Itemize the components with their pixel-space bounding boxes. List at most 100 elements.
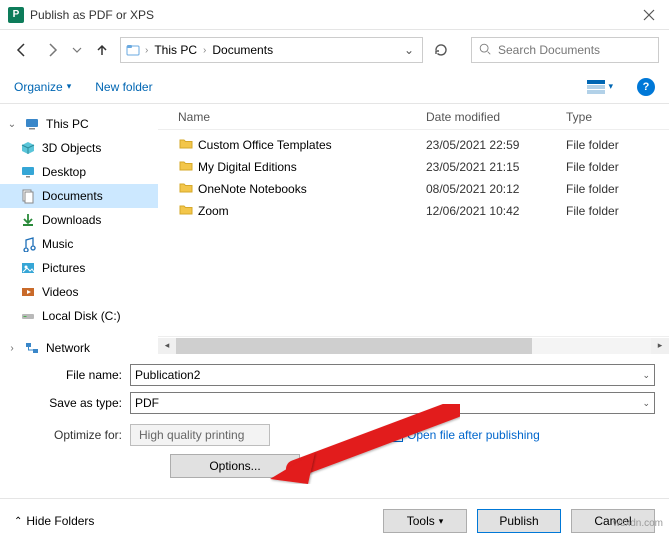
close-icon[interactable] — [629, 0, 669, 30]
3d-icon — [20, 140, 36, 156]
tree-item-pictures[interactable]: Pictures — [0, 256, 158, 280]
open-after-checkbox[interactable]: ✓ Open file after publishing — [390, 428, 540, 442]
file-name: OneNote Notebooks — [198, 182, 426, 196]
tree-item-desktop[interactable]: Desktop — [0, 160, 158, 184]
folder-icon — [178, 180, 198, 199]
tree-item-documents[interactable]: Documents — [0, 184, 158, 208]
column-headers[interactable]: Name Date modified Type — [158, 104, 669, 130]
tree-label: Downloads — [42, 213, 101, 227]
search-input[interactable]: Search Documents — [471, 37, 659, 63]
recent-dropdown-icon[interactable] — [70, 38, 84, 62]
breadcrumb-folder[interactable]: Documents — [210, 43, 275, 57]
file-name: My Digital Editions — [198, 160, 426, 174]
horizontal-scrollbar[interactable]: ◂ ▸ — [158, 336, 669, 354]
chevron-right-icon: › — [145, 45, 148, 56]
tree-label: Network — [46, 341, 90, 354]
chevron-down-icon[interactable]: ⌄ — [6, 119, 18, 130]
scroll-thumb[interactable] — [176, 338, 532, 354]
file-date: 12/06/2021 10:42 — [426, 204, 566, 218]
tree-label: Videos — [42, 285, 78, 299]
tree-sidebar: ⌄ This PC 3D Objects Desktop Documents — [0, 104, 158, 354]
tree-label: This PC — [46, 117, 89, 131]
back-icon[interactable] — [10, 38, 34, 62]
filename-label: File name: — [14, 368, 130, 382]
watermark: wsxdn.com — [613, 518, 663, 529]
tree-label: Documents — [42, 189, 103, 203]
tree-item-this-pc[interactable]: ⌄ This PC — [0, 112, 158, 136]
filename-input[interactable]: Publication2 ⌄ — [130, 364, 655, 386]
folder-icon — [178, 136, 198, 155]
folder-icon — [178, 202, 198, 221]
chevron-down-icon[interactable]: ⌄ — [642, 370, 650, 381]
disk-icon — [20, 308, 36, 324]
breadcrumb[interactable]: › This PC › Documents ⌄ — [120, 37, 423, 63]
chevron-down-icon: ▾ — [608, 81, 613, 92]
chevron-right-icon: › — [203, 45, 206, 56]
folder-icon — [178, 158, 198, 177]
chevron-down-icon[interactable]: ⌄ — [642, 398, 650, 409]
optimize-label: Optimize for: — [54, 428, 130, 442]
desktop-icon — [20, 164, 36, 180]
optimize-value: High quality printing — [130, 424, 270, 446]
chevron-right-icon[interactable]: › — [6, 343, 18, 354]
file-type: File folder — [566, 138, 669, 152]
hide-folders-label: Hide Folders — [26, 514, 94, 528]
scroll-left-icon[interactable]: ◂ — [158, 338, 176, 354]
scroll-right-icon[interactable]: ▸ — [651, 338, 669, 354]
network-icon — [24, 340, 40, 354]
folder-icon — [125, 42, 141, 58]
filename-value: Publication2 — [135, 368, 200, 382]
videos-icon — [20, 284, 36, 300]
view-mode-button[interactable]: ▾ — [587, 80, 613, 94]
tree-item-3d-objects[interactable]: 3D Objects — [0, 136, 158, 160]
search-placeholder: Search Documents — [498, 43, 600, 57]
file-date: 23/05/2021 22:59 — [426, 138, 566, 152]
options-button[interactable]: Options... — [170, 454, 300, 478]
forward-icon[interactable] — [40, 38, 64, 62]
tree-item-network[interactable]: › Network — [0, 336, 158, 354]
table-row[interactable]: OneNote Notebooks08/05/2021 20:12File fo… — [158, 178, 669, 200]
new-folder-button[interactable]: New folder — [95, 80, 152, 94]
table-row[interactable]: Custom Office Templates23/05/2021 22:59F… — [158, 134, 669, 156]
tree-label: Music — [42, 237, 73, 251]
file-type: File folder — [566, 204, 669, 218]
tree-label: Pictures — [42, 261, 85, 275]
file-name: Custom Office Templates — [198, 138, 426, 152]
pictures-icon — [20, 260, 36, 276]
saveas-dropdown[interactable]: PDF ⌄ — [130, 392, 655, 414]
search-icon — [478, 42, 492, 59]
saveas-label: Save as type: — [14, 396, 130, 410]
chevron-down-icon: ▾ — [439, 516, 444, 527]
breadcrumb-root[interactable]: This PC — [152, 43, 199, 57]
tree-item-downloads[interactable]: Downloads — [0, 208, 158, 232]
refresh-icon[interactable] — [429, 38, 453, 62]
file-date: 08/05/2021 20:12 — [426, 182, 566, 196]
publish-button[interactable]: Publish — [477, 509, 561, 533]
pc-icon — [24, 116, 40, 132]
file-type: File folder — [566, 182, 669, 196]
music-icon — [20, 236, 36, 252]
tree-item-music[interactable]: Music — [0, 232, 158, 256]
tree-label: 3D Objects — [42, 141, 101, 155]
tree-item-videos[interactable]: Videos — [0, 280, 158, 304]
column-date[interactable]: Date modified — [426, 110, 566, 124]
chevron-down-icon[interactable]: ⌄ — [400, 43, 418, 57]
tree-item-local-disk[interactable]: Local Disk (C:) — [0, 304, 158, 328]
window-title: Publish as PDF or XPS — [30, 8, 629, 22]
hide-folders-button[interactable]: ⌃ Hide Folders — [14, 514, 94, 528]
open-after-label: Open file after publishing — [407, 428, 540, 442]
up-icon[interactable] — [90, 38, 114, 62]
tools-button[interactable]: Tools ▾ — [383, 509, 467, 533]
column-name[interactable]: Name — [178, 110, 426, 124]
file-type: File folder — [566, 160, 669, 174]
app-icon: P — [8, 7, 24, 23]
column-type[interactable]: Type — [566, 110, 669, 124]
chevron-up-icon: ⌃ — [14, 516, 22, 527]
table-row[interactable]: Zoom12/06/2021 10:42File folder — [158, 200, 669, 222]
documents-icon — [20, 188, 36, 204]
help-icon[interactable]: ? — [637, 78, 655, 96]
file-date: 23/05/2021 21:15 — [426, 160, 566, 174]
downloads-icon — [20, 212, 36, 228]
organize-button[interactable]: Organize ▾ — [14, 80, 71, 94]
table-row[interactable]: My Digital Editions23/05/2021 21:15File … — [158, 156, 669, 178]
